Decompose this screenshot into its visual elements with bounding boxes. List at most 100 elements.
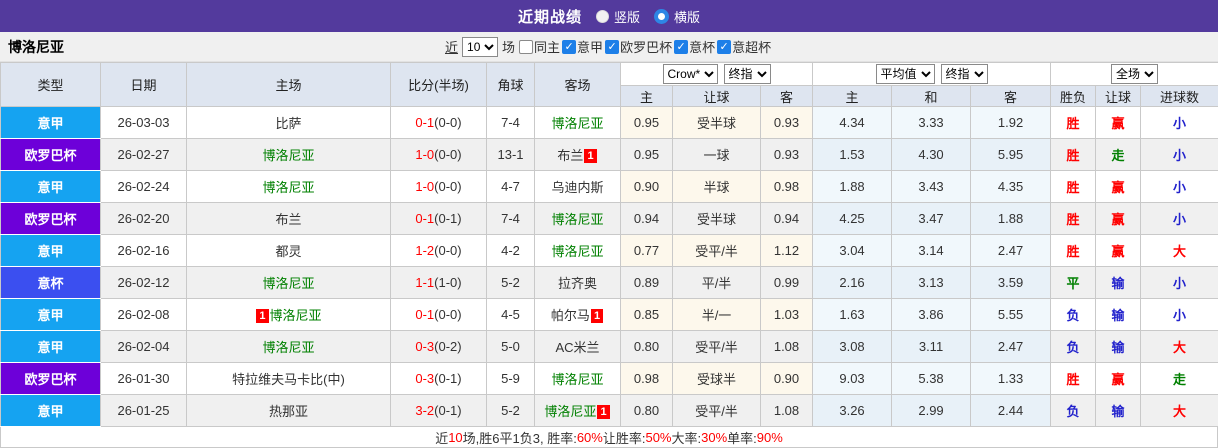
scope-select[interactable]: 全场	[1111, 64, 1158, 84]
table-row: 欧罗巴杯26-02-27博洛尼亚1-0(0-0)13-1布兰10.95一球0.9…	[1, 139, 1218, 171]
checkbox-italian-super-cup[interactable]: ✓意超杯	[717, 37, 771, 56]
eu-away-odds-cell: 2.47	[971, 235, 1051, 267]
ah-home-odds-cell: 0.94	[621, 203, 673, 235]
summary-segment: 场,胜6平1负3, 胜率:	[463, 428, 577, 447]
table-row: 意甲26-02-24博洛尼亚1-0(0-0)4-7乌迪内斯0.90半球0.981…	[1, 171, 1218, 203]
checkbox-same-home-box[interactable]	[519, 40, 533, 54]
full-time-score: 0-1	[415, 115, 434, 130]
radio-vertical-icon[interactable]	[596, 10, 609, 23]
games-count-select[interactable]: 10	[462, 37, 498, 57]
europe-time-select[interactable]: 终指	[941, 64, 988, 84]
col-goals-total: 进球数	[1141, 86, 1218, 107]
checkbox-europa-league-box[interactable]: ✓	[605, 40, 619, 54]
full-time-score: 3-2	[415, 403, 434, 418]
full-time-score: 0-1	[415, 211, 434, 226]
eu-away-odds-cell: 1.88	[971, 203, 1051, 235]
team-name: 博洛尼亚	[551, 244, 603, 259]
eu-draw-odds-cell: 2.99	[892, 395, 971, 427]
handicap-result-cell: 赢	[1096, 107, 1141, 139]
results-table: 类型 日期 主场 比分(半场) 角球 客场 Crow* 终指 平均值	[0, 62, 1218, 427]
radio-vertical[interactable]: 竖版	[596, 7, 640, 26]
red-card-badge: 1	[591, 309, 603, 323]
ah-away-odds-cell: 1.08	[761, 331, 813, 363]
full-time-score: 1-0	[415, 147, 434, 162]
team-name: 布兰	[557, 148, 583, 163]
ah-home-odds-cell: 0.89	[621, 267, 673, 299]
checkbox-coppa-italia-box[interactable]: ✓	[674, 40, 688, 54]
checkbox-coppa-italia[interactable]: ✓意杯	[674, 37, 715, 56]
goals-result-cell: 大	[1141, 235, 1218, 267]
summary-segment: 大率:	[672, 428, 702, 447]
col-eu-draw: 和	[892, 86, 971, 107]
half-time-score: (1-0)	[434, 275, 461, 290]
league-type-badge: 意甲	[1, 395, 101, 427]
summary-segment: 90%	[757, 430, 783, 445]
table-row: 意甲26-01-25热那亚3-2(0-1)5-2博洛尼亚10.80受平/半1.0…	[1, 395, 1218, 427]
away-team-cell: 拉齐奥	[535, 267, 621, 299]
score-cell: 0-3(0-1)	[391, 363, 487, 395]
score-cell: 3-2(0-1)	[391, 395, 487, 427]
ah-line-cell: 受平/半	[673, 235, 761, 267]
eu-draw-odds-cell: 3.14	[892, 235, 971, 267]
summary-segment: 近	[435, 428, 448, 447]
ah-home-odds-cell: 0.80	[621, 331, 673, 363]
checkbox-europa-league[interactable]: ✓欧罗巴杯	[605, 37, 672, 56]
table-row: 意甲26-03-03比萨0-1(0-0)7-4博洛尼亚0.95受半球0.934.…	[1, 107, 1218, 139]
near-link[interactable]: 近	[445, 37, 458, 56]
eu-home-odds-cell: 4.25	[813, 203, 892, 235]
ah-away-odds-cell: 0.99	[761, 267, 813, 299]
team-name: 博洛尼亚	[551, 372, 603, 387]
team-name: 博洛尼亚	[544, 404, 596, 419]
eu-draw-odds-cell: 3.33	[892, 107, 971, 139]
team-name: 特拉维夫马卡比(中)	[232, 372, 345, 387]
radio-horizontal-icon[interactable]	[654, 9, 669, 24]
match-date: 26-02-27	[101, 139, 187, 171]
team-name: 博洛尼亚	[270, 308, 322, 323]
summary-segment: 60%	[577, 430, 603, 445]
home-team-cell: 博洛尼亚	[187, 331, 391, 363]
full-time-score: 0-3	[415, 371, 434, 386]
panel-title: 近期战绩	[518, 6, 582, 27]
checkbox-same-home[interactable]: 同主	[519, 37, 560, 56]
match-date: 26-02-24	[101, 171, 187, 203]
ah-line-cell: 一球	[673, 139, 761, 171]
europe-avg-select[interactable]: 平均值	[876, 64, 935, 84]
league-filter-checkboxes: 同主✓意甲✓欧罗巴杯✓意杯✓意超杯	[519, 37, 771, 56]
match-date: 26-02-08	[101, 299, 187, 331]
games-suffix-label: 场	[502, 37, 515, 56]
bookmaker-select[interactable]: Crow*	[663, 64, 718, 84]
half-time-score: (0-1)	[434, 211, 461, 226]
checkbox-italian-super-cup-box[interactable]: ✓	[717, 40, 731, 54]
league-type-badge: 欧罗巴杯	[1, 203, 101, 235]
eu-home-odds-cell: 9.03	[813, 363, 892, 395]
team-name: 都灵	[275, 244, 301, 259]
radio-horizontal[interactable]: 横版	[654, 7, 700, 26]
ah-line-cell: 受球半	[673, 363, 761, 395]
eu-home-odds-cell: 1.53	[813, 139, 892, 171]
checkbox-serie-a-box[interactable]: ✓	[562, 40, 576, 54]
ah-home-odds-cell: 0.77	[621, 235, 673, 267]
ah-away-odds-cell: 0.94	[761, 203, 813, 235]
eu-home-odds-cell: 1.88	[813, 171, 892, 203]
checkbox-serie-a[interactable]: ✓意甲	[562, 37, 603, 56]
team-name: 博洛尼亚	[262, 148, 314, 163]
corner-cell: 4-2	[487, 235, 535, 267]
result-cell: 胜	[1051, 171, 1096, 203]
match-date: 26-02-12	[101, 267, 187, 299]
eu-draw-odds-cell: 5.38	[892, 363, 971, 395]
full-time-score: 1-2	[415, 243, 434, 258]
summary-bar: 近10场,胜6平1负3, 胜率:60% 让胜率:50% 大率:30% 单率:90…	[0, 427, 1218, 448]
red-card-badge: 1	[256, 309, 268, 323]
ah-home-odds-cell: 0.98	[621, 363, 673, 395]
checkbox-italian-super-cup-label: 意超杯	[732, 37, 771, 56]
eu-away-odds-cell: 4.35	[971, 171, 1051, 203]
away-team-cell: AC米兰	[535, 331, 621, 363]
full-time-score: 1-0	[415, 179, 434, 194]
handicap-time-select[interactable]: 终指	[724, 64, 771, 84]
col-score: 比分(半场)	[391, 63, 487, 107]
ah-line-cell: 受半球	[673, 107, 761, 139]
goals-result-cell: 走	[1141, 363, 1218, 395]
score-cell: 1-0(0-0)	[391, 139, 487, 171]
summary-segment: 30%	[701, 430, 727, 445]
ah-line-cell: 半球	[673, 171, 761, 203]
